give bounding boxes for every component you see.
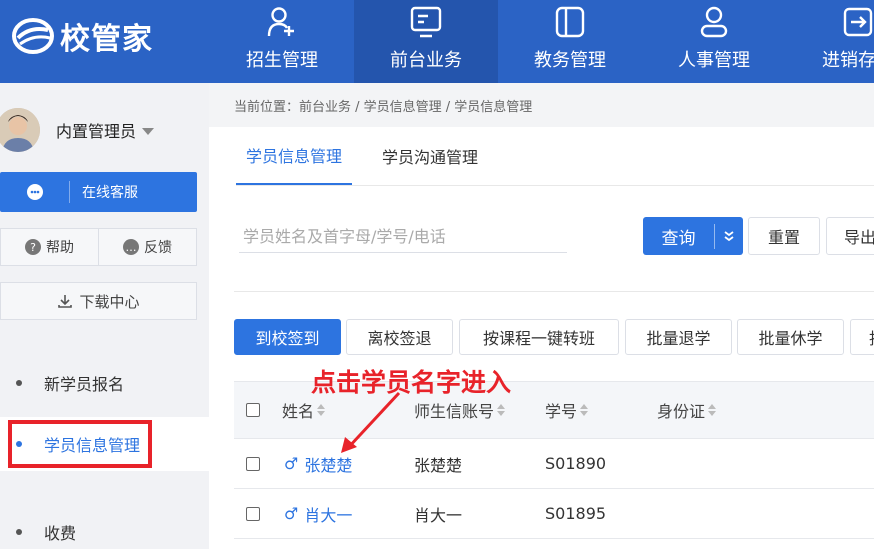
checkbox[interactable] [246,456,260,471]
male-icon: ♂ [284,504,299,523]
sort-icon[interactable] [580,404,589,416]
nav-item-academic[interactable]: 教务管理 [498,0,642,83]
top-header: 校管家 招生管理 前台业务 教务管理 人事管理 进销存 [0,0,874,83]
nav-item-hr[interactable]: 人事管理 [642,0,786,83]
nav-item-inventory[interactable]: 进销存管 [786,0,874,83]
content-card: 学员信息管理 学员沟通管理 查询 重置 导出 到校签到 离校签退 按课程一键转班… [209,127,874,549]
sort-icon[interactable] [708,404,717,416]
logo-text: 校管家 [60,22,153,57]
breadcrumb: 当前位置：前台业务 / 学员信息管理 / 学员信息管理 [234,99,533,115]
online-service-button[interactable]: 在线客服 [0,172,197,212]
main-content: 当前位置：前台业务 / 学员信息管理 / 学员信息管理 学员信息管理 学员沟通管… [209,83,874,549]
app-logo[interactable]: 校管家 [12,14,153,58]
select-all-checkbox[interactable] [246,382,260,438]
bullet-icon [16,441,22,447]
tab-bar: 学员信息管理 学员沟通管理 [236,127,508,185]
section-divider [234,291,874,292]
sidebar-item-label: 新学员报名 [44,375,125,394]
inventory-icon [841,4,874,40]
row-checkbox[interactable] [246,489,260,538]
annotation-arrow-icon [341,391,401,453]
tab-divider [236,185,874,186]
nav-item-front-desk[interactable]: 前台业务 [354,0,498,83]
student-id-cell: S01890 [545,454,607,473]
student-name-link[interactable]: ♂ 肖大一 [284,489,352,538]
reset-button[interactable]: 重置 [748,217,820,255]
caret-down-icon [142,127,155,135]
sidebar-item-label: 收费 [44,524,77,543]
help-label: 帮助 [46,240,74,256]
column-label: 学号 [545,402,578,421]
download-icon [58,295,73,308]
check-in-button[interactable]: 到校签到 [234,319,341,355]
checkbox[interactable] [246,403,260,417]
sidebar-item-label: 学员信息管理 [44,436,141,455]
check-out-button[interactable]: 离校签退 [346,319,453,355]
export-button[interactable]: 导出 [826,217,874,255]
sidebar-item-new-enrollment[interactable]: 新学员报名 [0,356,209,410]
query-label: 查询 [643,223,715,249]
checkbox[interactable] [246,506,260,521]
account-cell: 肖大一 [414,505,463,525]
row-checkbox[interactable] [246,439,260,488]
sidebar: 内置管理员 在线客服 ? 帮助 … 反馈 下载中心 新学员报名 学员信息管理 收… [0,83,209,549]
nav-label: 招生管理 [246,50,318,71]
student-id-cell: S01895 [545,504,607,523]
person-icon [697,4,731,40]
feedback-label: 反馈 [144,240,172,256]
tab-student-info[interactable]: 学员信息管理 [236,127,353,185]
user-menu[interactable]: 内置管理员 [0,105,209,155]
sort-icon[interactable] [497,404,506,416]
nav-label: 前台业务 [390,50,462,71]
sidebar-item-fees[interactable]: 收费 [0,505,209,549]
male-icon: ♂ [284,454,299,473]
help-button[interactable]: ? 帮助 [0,228,99,266]
question-icon: ? [25,239,41,255]
nav-label: 教务管理 [534,50,606,71]
column-header-student-id[interactable]: 学号 [545,382,589,438]
main-nav: 招生管理 前台业务 教务管理 人事管理 进销存管 [210,0,874,83]
book-icon [553,4,587,40]
nav-label: 人事管理 [678,50,750,71]
account-cell: 张楚楚 [414,455,463,475]
help-row: ? 帮助 … 反馈 [0,228,197,266]
download-label: 下载中心 [79,292,140,311]
feedback-button[interactable]: … 反馈 [99,228,197,266]
sidebar-item-student-info[interactable]: 学员信息管理 [0,417,209,471]
logo-mark-icon [12,18,54,54]
table-row[interactable]: ♂ 肖大一 肖大一 S01895 [234,489,874,539]
column-header-id-card[interactable]: 身份证 [657,382,717,438]
column-label: 师生信账号 [414,402,495,421]
chevron-down-icon[interactable] [715,230,743,242]
search-input[interactable] [239,221,567,253]
batch-suspend-button[interactable]: 批量休学 [737,319,844,355]
transfer-class-button[interactable]: 按课程一键转班 [459,319,619,355]
nav-item-enrollment[interactable]: 招生管理 [210,0,354,83]
chat-icon [0,181,70,203]
student-name[interactable]: 张楚楚 [304,452,352,476]
nav-label: 进销存管 [822,50,874,71]
online-service-label: 在线客服 [82,185,138,201]
student-name[interactable]: 肖大一 [304,502,352,526]
feedback-icon: … [123,239,139,255]
download-center-button[interactable]: 下载中心 [0,282,197,320]
column-label: 身份证 [657,402,706,421]
query-button[interactable]: 查询 [643,217,743,255]
monitor-icon [409,4,443,40]
sort-icon[interactable] [317,404,326,416]
bullet-icon [16,529,22,535]
bullet-icon [16,380,22,386]
user-name: 内置管理员 [56,122,137,141]
user-add-icon [265,4,299,40]
batch-more-button[interactable]: 批 [850,319,874,355]
batch-withdraw-button[interactable]: 批量退学 [625,319,732,355]
tab-student-communication[interactable]: 学员沟通管理 [372,127,488,185]
column-label: 姓名 [282,402,315,421]
avatar [0,108,40,152]
